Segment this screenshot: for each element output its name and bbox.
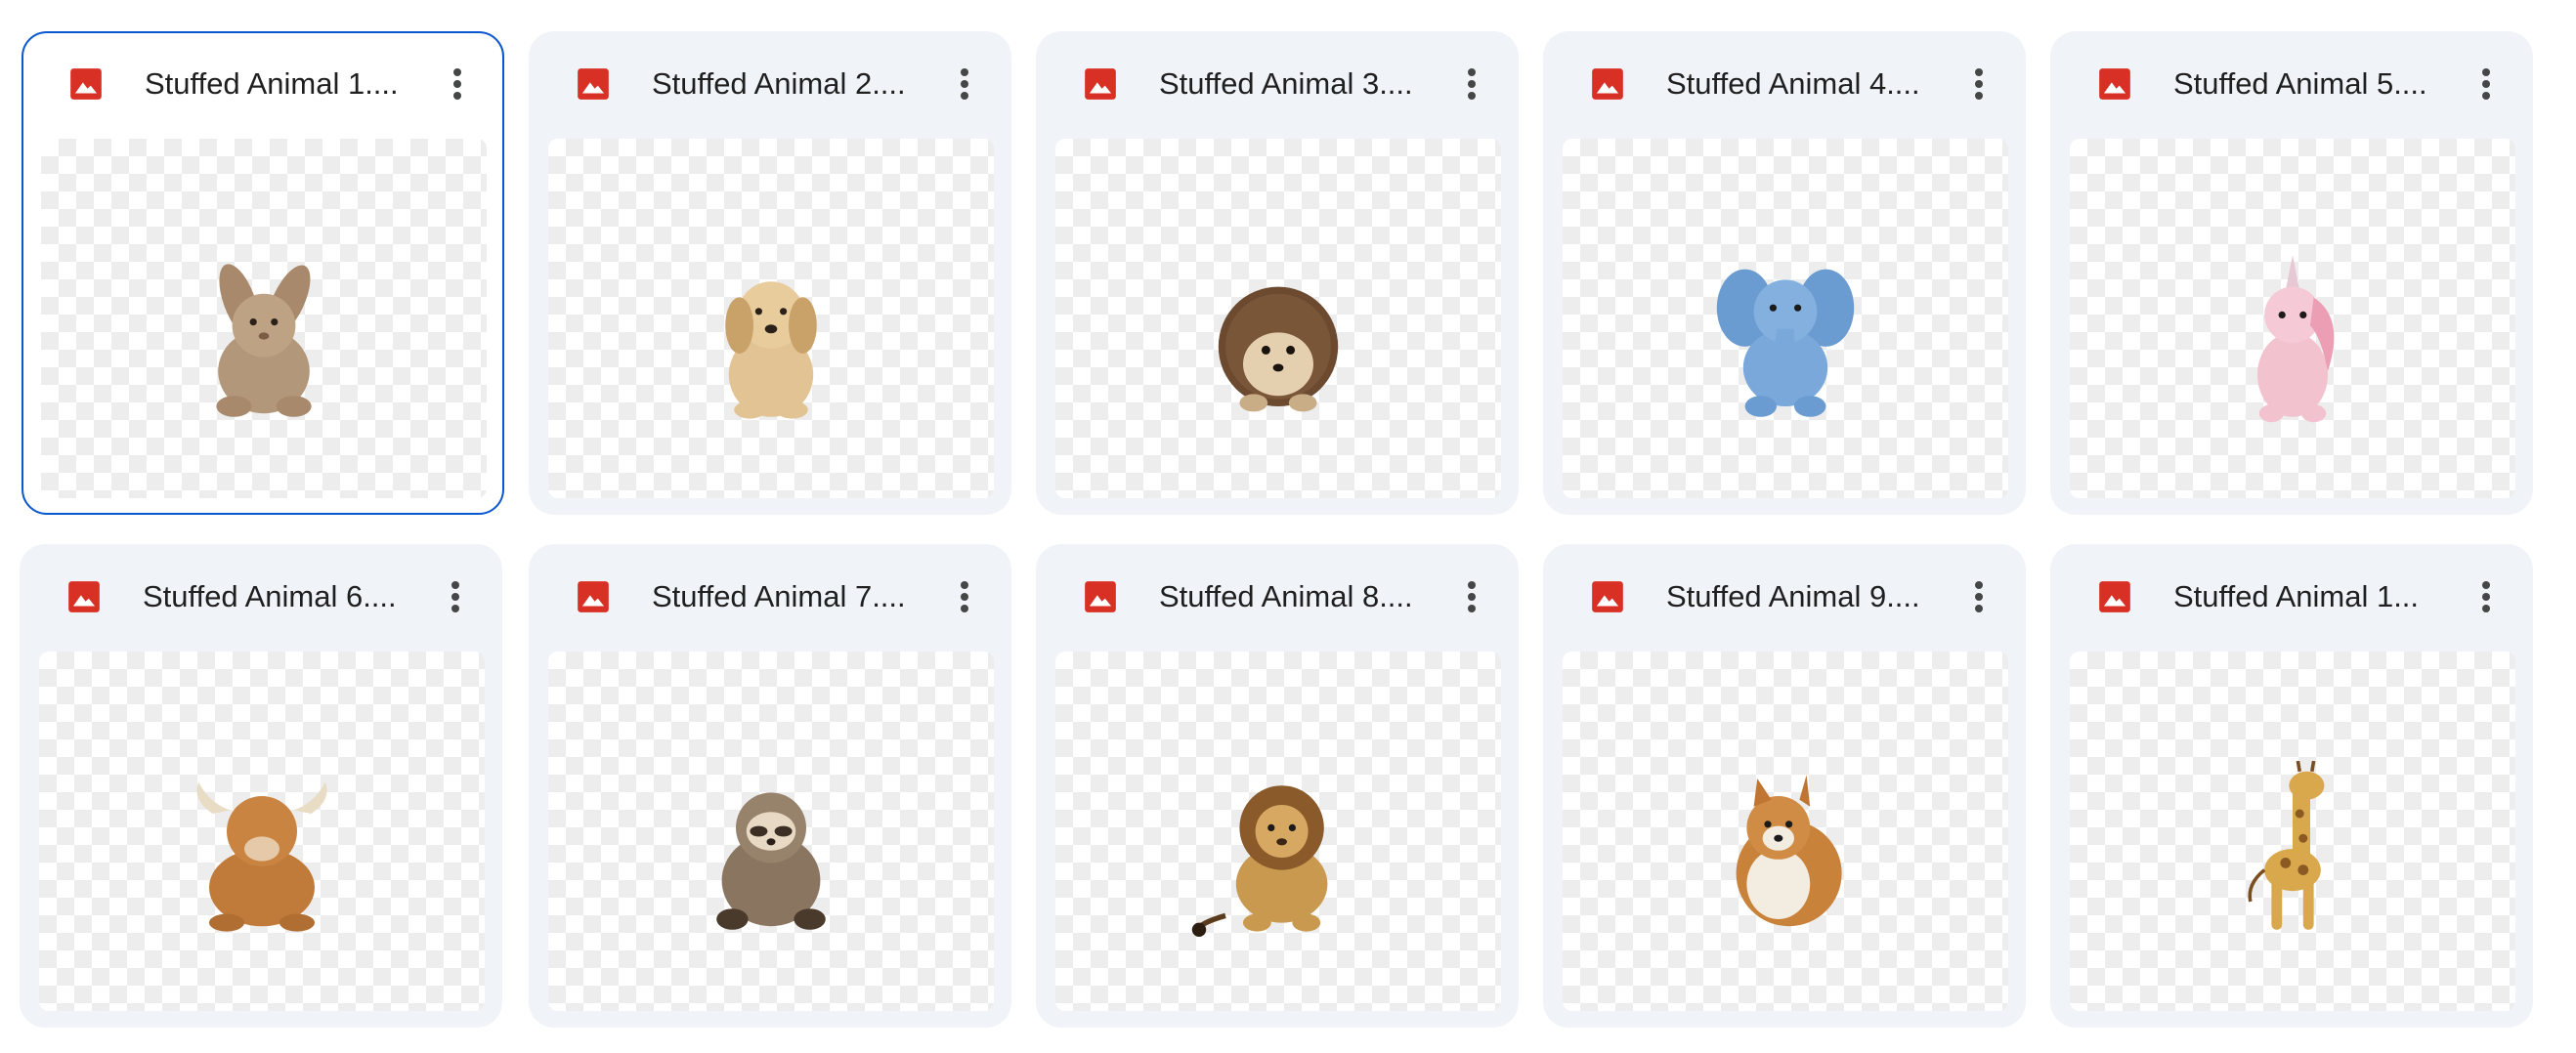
more-options-icon[interactable] — [434, 61, 481, 107]
card-header: Stuffed Animal 3.... — [1038, 33, 1517, 139]
file-name: Stuffed Animal 9.... — [1666, 579, 1920, 613]
file-card-5[interactable]: Stuffed Animal 5.... — [2050, 31, 2533, 515]
file-name: Stuffed Animal 1.... — [145, 66, 399, 101]
image-file-icon — [1082, 65, 1119, 103]
highland-cow-plush-image — [174, 761, 350, 937]
file-card-7[interactable]: Stuffed Animal 7.... — [529, 544, 1011, 1028]
file-name: Stuffed Animal 6.... — [143, 579, 397, 613]
card-header: Stuffed Animal 8.... — [1038, 546, 1517, 652]
image-thumbnail[interactable] — [1055, 139, 1501, 498]
sloth-plush-image — [683, 761, 859, 937]
more-options-icon[interactable] — [432, 573, 479, 620]
more-options-icon[interactable] — [1448, 61, 1495, 107]
file-card-2[interactable]: Stuffed Animal 2.... — [529, 31, 1011, 515]
more-options-icon[interactable] — [941, 573, 988, 620]
more-options-icon[interactable] — [941, 61, 988, 107]
card-header: Stuffed Animal 7.... — [531, 546, 1009, 652]
more-options-icon[interactable] — [1955, 573, 2002, 620]
image-file-icon — [65, 578, 103, 615]
card-header: Stuffed Animal 9.... — [1545, 546, 2024, 652]
card-header: Stuffed Animal 6.... — [21, 546, 500, 652]
image-thumbnail[interactable] — [1563, 139, 2008, 498]
file-card-6[interactable]: Stuffed Animal 6.... — [20, 544, 502, 1028]
file-name: Stuffed Animal 1... — [2173, 579, 2420, 613]
image-file-icon — [2096, 578, 2133, 615]
bunny-plush-image — [176, 248, 352, 424]
more-options-icon[interactable] — [1955, 61, 2002, 107]
card-header: Stuffed Animal 5.... — [2052, 33, 2531, 139]
unicorn-plush-image — [2205, 248, 2381, 424]
card-header: Stuffed Animal 4.... — [1545, 33, 2024, 139]
file-name: Stuffed Animal 4.... — [1666, 66, 1920, 101]
elephant-plush-image — [1697, 248, 1873, 424]
file-name: Stuffed Animal 3.... — [1159, 66, 1413, 101]
file-card-9[interactable]: Stuffed Animal 9.... — [1543, 544, 2026, 1028]
image-file-icon — [1589, 65, 1626, 103]
image-thumbnail[interactable] — [2070, 652, 2515, 1011]
image-file-icon — [575, 65, 612, 103]
hedgehog-plush-image — [1190, 248, 1366, 424]
file-name: Stuffed Animal 7.... — [652, 579, 906, 613]
image-file-icon — [1082, 578, 1119, 615]
pomeranian-plush-image — [1697, 761, 1873, 937]
card-header: Stuffed Animal 2.... — [531, 33, 1009, 139]
file-card-4[interactable]: Stuffed Animal 4.... — [1543, 31, 2026, 515]
file-card-3[interactable]: Stuffed Animal 3.... — [1036, 31, 1519, 515]
file-name: Stuffed Animal 5.... — [2173, 66, 2427, 101]
image-thumbnail[interactable] — [41, 139, 487, 498]
card-header: Stuffed Animal 1... — [2052, 546, 2531, 652]
image-file-icon — [1589, 578, 1626, 615]
image-file-icon — [575, 578, 612, 615]
more-options-icon[interactable] — [1448, 573, 1495, 620]
image-thumbnail[interactable] — [2070, 139, 2515, 498]
image-thumbnail[interactable] — [548, 652, 994, 1011]
file-name: Stuffed Animal 2.... — [652, 66, 906, 101]
file-card-10[interactable]: Stuffed Animal 1... — [2050, 544, 2533, 1028]
more-options-icon[interactable] — [2463, 573, 2510, 620]
giraffe-plush-image — [2205, 761, 2381, 937]
file-card-1[interactable]: Stuffed Animal 1.... — [21, 31, 504, 515]
file-name: Stuffed Animal 8.... — [1159, 579, 1413, 613]
card-header: Stuffed Animal 1.... — [23, 33, 502, 139]
puppy-plush-image — [683, 248, 859, 424]
image-thumbnail[interactable] — [1563, 652, 2008, 1011]
file-grid: Stuffed Animal 1.... Stuffed Animal 2...… — [0, 0, 2576, 1053]
image-file-icon — [2096, 65, 2133, 103]
file-card-8[interactable]: Stuffed Animal 8.... — [1036, 544, 1519, 1028]
image-thumbnail[interactable] — [39, 652, 485, 1011]
image-thumbnail[interactable] — [1055, 652, 1501, 1011]
more-options-icon[interactable] — [2463, 61, 2510, 107]
lion-plush-image — [1190, 761, 1366, 937]
image-file-icon — [67, 65, 105, 103]
image-thumbnail[interactable] — [548, 139, 994, 498]
